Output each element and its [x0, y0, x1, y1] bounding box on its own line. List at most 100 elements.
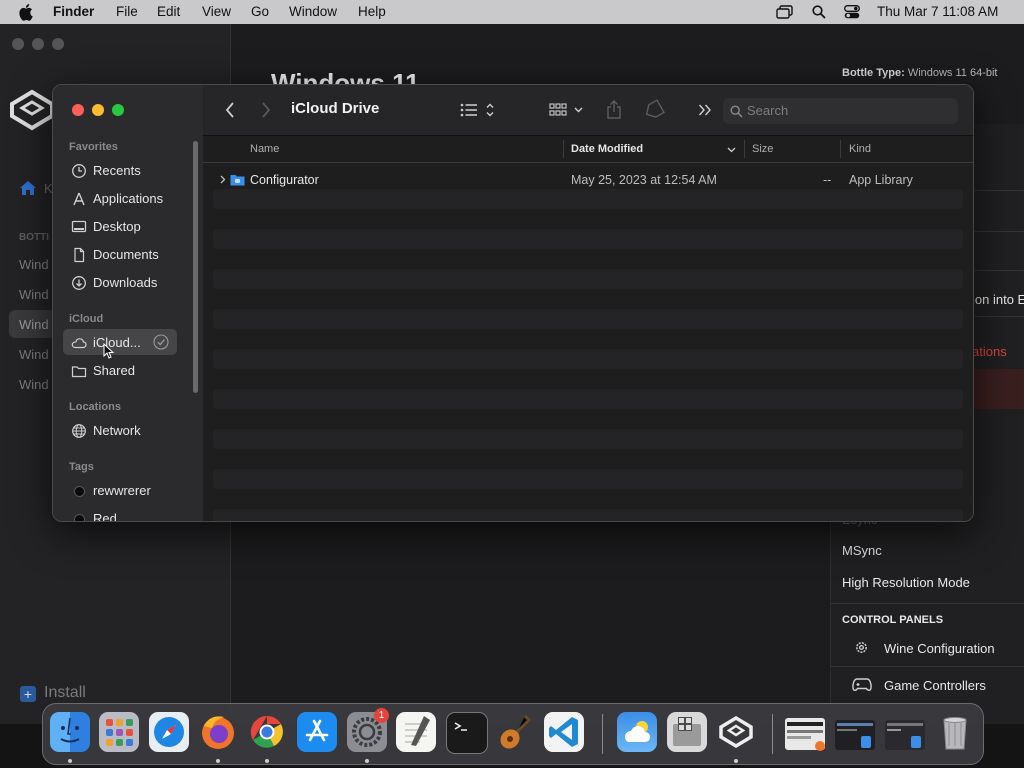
- dock-firefox-icon[interactable]: [198, 712, 238, 752]
- zoom-button[interactable]: [112, 104, 124, 116]
- disclosure-chevron-icon[interactable]: [220, 175, 226, 184]
- sidebar-item-applications[interactable]: Applications: [93, 191, 163, 206]
- clock-icon: [72, 164, 86, 178]
- list-view-icon[interactable]: [460, 103, 496, 117]
- bg-install-label: Install: [44, 684, 86, 701]
- window-title: iCloud Drive: [291, 100, 380, 117]
- guitar-icon: [500, 714, 532, 749]
- dock-whisky-icon[interactable]: [716, 712, 756, 752]
- bg-bottle-item[interactable]: Wind: [19, 257, 49, 272]
- bg-bottle-item[interactable]: Wind: [19, 347, 49, 362]
- sidebar-item-downloads[interactable]: Downloads: [93, 275, 157, 290]
- sidebar-item-tag[interactable]: rewwrerer: [93, 483, 151, 498]
- bg-minimize-button[interactable]: [32, 38, 44, 50]
- dock-safari-icon[interactable]: [149, 712, 189, 752]
- menu-go[interactable]: Go: [251, 4, 269, 19]
- sidebar-item-tag-red[interactable]: Red: [93, 511, 117, 521]
- search-field[interactable]: Search: [723, 98, 958, 124]
- finder-sidebar: Favorites Recents Applications Desktop D…: [53, 85, 203, 521]
- dock-launchpad-icon[interactable]: [99, 712, 139, 752]
- bg-wine-configuration[interactable]: Wine Configuration: [884, 641, 995, 656]
- empty-row-stripe: [213, 189, 963, 209]
- menu-app-name[interactable]: Finder: [53, 4, 94, 19]
- bg-bottle-item-selected[interactable]: Wind: [19, 317, 49, 332]
- search-icon[interactable]: [812, 5, 826, 19]
- weather-cloud-icon: [625, 721, 650, 742]
- tag-icon[interactable]: [644, 99, 665, 119]
- trash-icon: [943, 717, 967, 750]
- menu-file[interactable]: File: [116, 4, 138, 19]
- dock-trash-icon[interactable]: [935, 712, 975, 752]
- sidebar-item-desktop[interactable]: Desktop: [93, 219, 141, 234]
- bg-close-button[interactable]: [12, 38, 24, 50]
- launchpad-grid-icon: [106, 719, 133, 746]
- menu-window[interactable]: Window: [289, 4, 337, 19]
- dock-garageband-icon[interactable]: [495, 712, 535, 752]
- dock-minimized-window-1[interactable]: [785, 718, 825, 751]
- bg-partial-row[interactable]: ion into E: [972, 292, 1024, 307]
- dock-minimized-window-2[interactable]: [835, 720, 875, 750]
- terminal-icon: [454, 722, 467, 731]
- menu-clock[interactable]: Thu Mar 7 11:08 AM: [877, 4, 998, 19]
- column-divider[interactable]: [563, 140, 564, 158]
- sidebar-header-icloud: iCloud: [69, 313, 104, 325]
- home-icon[interactable]: [19, 180, 37, 196]
- more-chevrons-icon[interactable]: [698, 104, 712, 116]
- dock-terminal-icon[interactable]: [446, 712, 488, 754]
- close-button[interactable]: [72, 104, 84, 116]
- dock-app-store-icon[interactable]: [297, 712, 337, 752]
- column-header-name[interactable]: Name: [250, 143, 279, 155]
- empty-row-stripe: [213, 469, 963, 489]
- control-center-icon[interactable]: [844, 5, 860, 19]
- dock-finder-icon[interactable]: [50, 712, 90, 752]
- dock-chrome-icon[interactable]: [247, 712, 287, 752]
- finder-face-icon: [60, 717, 80, 743]
- dock-boot-camp-icon[interactable]: [667, 712, 707, 752]
- column-header-date-modified[interactable]: Date Modified: [571, 143, 643, 155]
- bg-game-controllers[interactable]: Game Controllers: [884, 678, 986, 693]
- bg-install-button[interactable]: + Install: [20, 684, 86, 702]
- app-store-icon: [305, 719, 329, 742]
- forward-chevron-icon[interactable]: [261, 102, 271, 118]
- bg-bottles-header: BOTTI: [19, 232, 49, 243]
- bg-bottle-item[interactable]: Wind: [19, 287, 49, 302]
- dock-minimized-window-3[interactable]: [885, 720, 925, 750]
- grid-group-icon[interactable]: [549, 103, 585, 117]
- column-divider[interactable]: [840, 140, 841, 158]
- bg-setting-high-res[interactable]: High Resolution Mode: [842, 575, 970, 590]
- screen-mirroring-icon[interactable]: [776, 5, 793, 19]
- finder-content: iCloud Drive Search Name Date Modified S…: [203, 85, 973, 521]
- apple-icon[interactable]: [19, 4, 33, 21]
- column-divider[interactable]: [744, 140, 745, 158]
- dock-vscode-icon[interactable]: [544, 712, 584, 752]
- column-header-kind[interactable]: Kind: [849, 143, 871, 155]
- dock-running-indicator: [68, 759, 72, 763]
- sidebar-item-shared[interactable]: Shared: [93, 363, 135, 378]
- sidebar-item-recents[interactable]: Recents: [93, 163, 141, 178]
- minimize-button[interactable]: [92, 104, 104, 116]
- share-icon[interactable]: [606, 100, 622, 120]
- back-chevron-icon[interactable]: [225, 102, 235, 118]
- menu-help[interactable]: Help: [358, 4, 386, 19]
- bg-setting-msync[interactable]: MSync: [842, 543, 882, 558]
- sidebar-item-network[interactable]: Network: [93, 423, 141, 438]
- sidebar-item-icloud-drive[interactable]: iCloud...: [93, 335, 141, 350]
- table-row[interactable]: Configurator May 25, 2023 at 12:54 AM --…: [203, 169, 973, 191]
- bg-bottle-type: Bottle Type: Windows 11 64-bit: [842, 67, 997, 79]
- column-header-size[interactable]: Size: [752, 143, 773, 155]
- sidebar-item-documents[interactable]: Documents: [93, 247, 159, 262]
- applications-icon: [73, 192, 85, 206]
- dock-weather-icon[interactable]: [617, 712, 657, 752]
- search-icon: [730, 105, 743, 118]
- menu-edit[interactable]: Edit: [157, 4, 180, 19]
- dock-textedit-icon[interactable]: [396, 712, 436, 752]
- tag-color-dot: [74, 514, 85, 521]
- bg-control-panels-header: CONTROL PANELS: [842, 614, 944, 626]
- sidebar-scrollbar[interactable]: [193, 141, 198, 393]
- sort-chevron-down-icon[interactable]: [727, 147, 736, 153]
- bg-partial-row-red[interactable]: ations: [972, 344, 1007, 359]
- bg-bottle-type-label: Bottle Type:: [842, 67, 905, 79]
- bg-zoom-button[interactable]: [52, 38, 64, 50]
- menu-view[interactable]: View: [202, 4, 231, 19]
- bg-bottle-item[interactable]: Wind: [19, 377, 49, 392]
